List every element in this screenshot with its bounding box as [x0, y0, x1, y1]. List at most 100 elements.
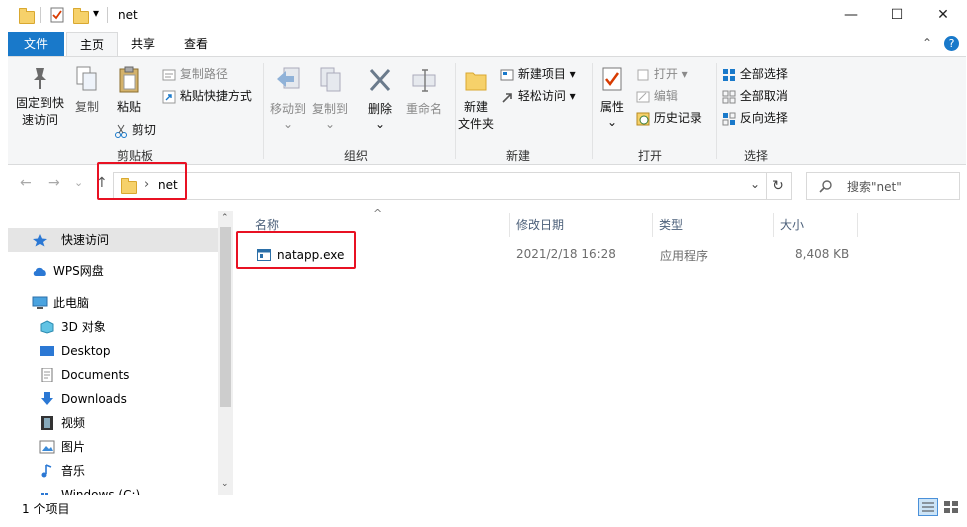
nav-label: Downloads [61, 392, 127, 406]
properties-button[interactable]: 属性 ⌄ [594, 65, 630, 129]
properties-icon[interactable] [50, 7, 64, 23]
edit-icon [636, 91, 650, 102]
nav-item-windows-c[interactable]: Windows (C:) [8, 483, 218, 495]
paste-icon [119, 66, 139, 93]
nav-label: 视频 [61, 416, 86, 430]
search-box[interactable]: 搜索"net" [806, 172, 960, 200]
title-bar: ▾ net — ☐ ✕ [0, 0, 967, 32]
nav-label: Documents [61, 368, 130, 382]
easy-access-button[interactable]: 轻松访问 ▾ [500, 87, 576, 104]
select-none-label: 全部取消 [739, 89, 788, 103]
back-button[interactable]: ← [20, 175, 32, 191]
column-separator[interactable] [773, 213, 774, 237]
quick-access-dropdown[interactable]: ▾ [93, 6, 99, 20]
column-header-date[interactable]: 修改日期 [516, 211, 564, 239]
recent-locations-button[interactable]: ⌄ [74, 176, 83, 189]
nav-item-documents[interactable]: Documents [8, 363, 218, 387]
move-to-icon [277, 67, 300, 89]
copy-to-icon [320, 67, 341, 92]
nav-item-3d-objects[interactable]: 3D 对象 [8, 315, 218, 339]
nav-item-desktop[interactable]: Desktop [8, 339, 218, 363]
nav-label: 图片 [61, 440, 86, 454]
address-row: ← → ⌄ ↑ › net ⌄ ↻ 搜索"net" [8, 162, 966, 209]
new-folder-label-1: 新建 [463, 100, 488, 114]
delete-label: 删除 [367, 102, 392, 116]
address-bar[interactable]: › net ⌄ [113, 172, 767, 200]
scroll-up-arrow[interactable]: ⌃ [221, 213, 229, 223]
scroll-down-arrow[interactable]: ⌄ [221, 479, 229, 489]
easy-access-label: 轻松访问 [517, 89, 566, 103]
close-button[interactable]: ✕ [920, 0, 966, 30]
new-item-button[interactable]: 新建项目 ▾ [500, 65, 576, 82]
file-list: ^ 名称 修改日期 类型 大小 natapp.exe 2021/2/18 16:… [233, 207, 966, 495]
history-icon [636, 112, 650, 125]
help-button[interactable]: ? [944, 36, 959, 51]
history-button[interactable]: 历史记录 [636, 109, 702, 126]
collapse-ribbon-button[interactable]: ⌃ [922, 36, 932, 50]
new-folder-icon[interactable] [73, 8, 89, 24]
column-separator[interactable] [857, 213, 858, 237]
nav-item-downloads[interactable]: Downloads [8, 387, 218, 411]
column-header-type[interactable]: 类型 [659, 211, 683, 239]
large-icons-view-icon[interactable] [941, 498, 961, 516]
invert-selection-icon [722, 112, 736, 125]
nav-item-this-pc[interactable]: 此电脑 [8, 291, 218, 315]
cut-label: 剪切 [131, 123, 156, 137]
tab-share[interactable]: 共享 [118, 32, 168, 56]
rename-button[interactable]: 重命名 [402, 65, 446, 117]
pin-quick-access-button[interactable]: 固定到快 速访问 [12, 65, 68, 128]
refresh-button[interactable]: ↻ [765, 172, 792, 200]
paste-shortcut-label: 粘贴快捷方式 [179, 89, 252, 103]
paste-label: 粘贴 [116, 100, 141, 114]
pin-icon [34, 68, 46, 89]
search-icon [819, 180, 832, 193]
scrollbar-thumb[interactable] [220, 227, 231, 407]
group-separator [592, 63, 593, 159]
paste-shortcut-button[interactable]: 粘贴快捷方式 [162, 87, 252, 104]
copy-path-label: 复制路径 [179, 67, 228, 81]
new-item-icon [500, 69, 514, 80]
tab-file[interactable]: 文件 [8, 32, 64, 56]
pin-label-2: 速访问 [21, 113, 58, 127]
sort-indicator: ^ [373, 207, 383, 220]
copy-path-icon [162, 69, 176, 80]
pin-label-1: 固定到快 [15, 96, 64, 110]
select-all-button[interactable]: 全部选择 [722, 65, 788, 82]
paste-shortcut-icon [162, 90, 176, 103]
invert-selection-button[interactable]: 反向选择 [722, 109, 788, 126]
open-button[interactable]: 打开 ▾ [636, 65, 688, 82]
easy-access-icon [502, 92, 512, 103]
tab-home[interactable]: 主页 [66, 32, 118, 57]
nav-item-pictures[interactable]: 图片 [8, 435, 218, 459]
file-date: 2021/2/18 16:28 [516, 247, 616, 261]
copy-icon [76, 66, 97, 91]
nav-label: Windows (C:) [61, 488, 141, 495]
paste-button[interactable]: 粘贴 [111, 65, 147, 115]
address-dropdown-button[interactable]: ⌄ [750, 177, 760, 191]
copy-path-button[interactable]: 复制路径 [162, 65, 228, 82]
edit-button[interactable]: 编辑 [636, 87, 678, 104]
minimize-button[interactable]: — [828, 0, 874, 30]
column-separator[interactable] [652, 213, 653, 237]
cut-button[interactable]: 剪切 [114, 121, 156, 138]
nav-item-quick-access[interactable]: 快速访问 [8, 228, 218, 252]
forward-button[interactable]: → [48, 175, 60, 191]
nav-item-wps-cloud[interactable]: WPS网盘 [8, 259, 218, 283]
column-separator[interactable] [509, 213, 510, 237]
select-none-button[interactable]: 全部取消 [722, 87, 788, 104]
new-folder-button[interactable]: 新建 文件夹 [456, 65, 496, 132]
tab-view[interactable]: 查看 [170, 32, 222, 56]
edit-label: 编辑 [653, 89, 678, 103]
nav-scrollbar[interactable]: ⌃ ⌄ [218, 211, 233, 495]
move-to-button[interactable]: 移动到 ⌄ [268, 65, 308, 131]
status-bar: 1 个项目 [8, 495, 966, 527]
copy-button[interactable]: 复制 [70, 65, 104, 115]
history-label: 历史记录 [653, 111, 702, 125]
copy-to-button[interactable]: 复制到 ⌄ [310, 65, 350, 131]
nav-item-music[interactable]: 音乐 [8, 459, 218, 483]
nav-item-videos[interactable]: 视频 [8, 411, 218, 435]
column-header-size[interactable]: 大小 [780, 211, 804, 239]
delete-button[interactable]: 删除 ⌄ [362, 65, 398, 131]
maximize-button[interactable]: ☐ [874, 0, 920, 30]
details-view-icon[interactable] [918, 498, 938, 516]
